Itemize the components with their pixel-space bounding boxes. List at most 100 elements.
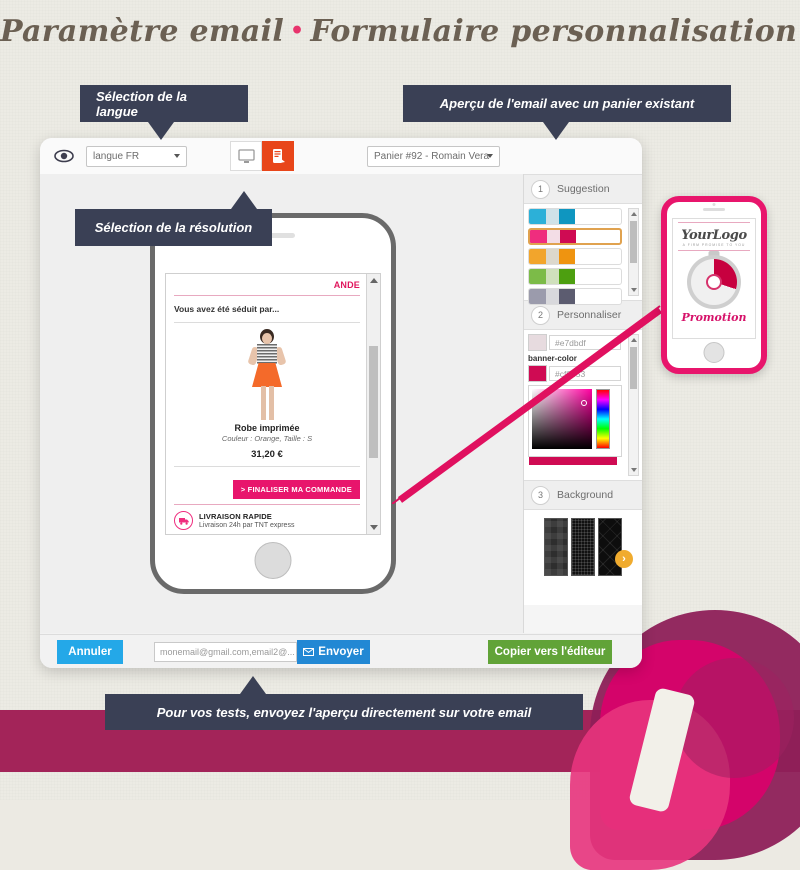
- scrollbar-thumb[interactable]: [630, 347, 637, 389]
- callout-email-test: Pour vos tests, envoyez l'aperçu directe…: [105, 676, 583, 730]
- suggestion-body: [524, 204, 642, 305]
- color-field-banner[interactable]: #cf0b53: [528, 365, 642, 382]
- phone-home-button: [703, 342, 725, 363]
- background-thumb[interactable]: [598, 518, 622, 576]
- phone-speaker: [703, 208, 725, 211]
- color-swatch[interactable]: [528, 334, 547, 351]
- divider: [174, 504, 360, 505]
- section-number: 3: [531, 485, 550, 505]
- send-button-label: Envoyer: [318, 646, 364, 658]
- blue-palette[interactable]: [528, 208, 622, 225]
- palette-swatch: [547, 230, 560, 243]
- chevron-down-icon: [487, 154, 493, 158]
- callout-resolution: Sélection de la résolution: [75, 191, 272, 246]
- background-thumb[interactable]: [544, 518, 568, 576]
- section-header-background[interactable]: 3 Background: [524, 480, 642, 510]
- palette-swatch: [529, 249, 546, 264]
- email-intro-text: Vous avez été séduit par...: [174, 304, 280, 314]
- envelope-icon: [303, 648, 315, 656]
- personnaliser-scrollbar[interactable]: [628, 334, 639, 476]
- divider: [174, 295, 360, 296]
- callout-tail: [543, 122, 569, 140]
- hue-slider[interactable]: [596, 389, 610, 449]
- background-thumb[interactable]: [571, 518, 595, 576]
- email-preview-screen[interactable]: ANDE Vous avez été séduit par... Robe im…: [165, 273, 381, 535]
- phone-camera: [712, 203, 716, 206]
- language-select[interactable]: langue FR: [86, 145, 187, 167]
- cta-wrapper: > FINALISER MA COMMANDE: [166, 473, 368, 501]
- palette-swatch: [559, 209, 575, 224]
- promotion-label: Promotion: [681, 311, 747, 324]
- title-separator-dot: •: [290, 18, 305, 44]
- truck-icon: [174, 511, 193, 530]
- section-number: 1: [531, 179, 550, 199]
- cart-select-value: Panier #92 - Romain Vera: [374, 150, 490, 162]
- palette-swatch: [529, 209, 546, 224]
- test-email-input[interactable]: monemail@gmail.com,email2@...: [154, 642, 297, 662]
- divider: [174, 466, 360, 467]
- scroll-down-icon[interactable]: [370, 525, 378, 530]
- page-title-part2: Formulaire personnalisation rapide: [310, 14, 800, 49]
- perk-title: LIVRAISON RAPIDE: [199, 512, 272, 521]
- scroll-up-icon[interactable]: [631, 212, 637, 216]
- scroll-down-icon[interactable]: [631, 288, 637, 292]
- send-button[interactable]: Envoyer: [297, 640, 370, 664]
- stopwatch-icon: [687, 251, 741, 309]
- finalize-order-button[interactable]: > FINALISER MA COMMANDE: [232, 480, 360, 499]
- brand-logo: YourLogo: [681, 228, 747, 243]
- chevron-right-icon[interactable]: ›: [615, 550, 633, 568]
- section-number: 2: [531, 305, 550, 325]
- color-hex-input[interactable]: #e7dbdf: [549, 335, 621, 350]
- banner-color-label: banner-color: [528, 354, 577, 363]
- brand-tagline: A FIRM PROMISE TO YOU: [682, 243, 746, 247]
- palette-swatch: [529, 289, 546, 304]
- product-attributes: Couleur : Orange, Taille : S: [221, 434, 313, 443]
- list-item: LIVRAISON RAPIDE Livraison 24h par TNT e…: [166, 508, 368, 533]
- pink-palette[interactable]: [528, 228, 622, 245]
- picker-cursor[interactable]: [581, 400, 587, 406]
- scroll-up-icon[interactable]: [370, 278, 378, 283]
- copy-to-editor-button[interactable]: Copier vers l'éditeur: [488, 640, 612, 664]
- phone-mockup: ANDE Vous avez été séduit par... Robe im…: [150, 213, 396, 594]
- color-picker[interactable]: [528, 385, 622, 465]
- zoomed-email-screen: YourLogo A FIRM PROMISE TO YOU Promotion: [672, 218, 756, 339]
- chevron-down-icon: [174, 154, 180, 158]
- saturation-area[interactable]: [532, 389, 592, 449]
- cart-select[interactable]: Panier #92 - Romain Vera: [367, 145, 500, 167]
- scroll-up-icon[interactable]: [631, 338, 637, 342]
- desktop-monitor-icon: [237, 148, 255, 163]
- eye-icon[interactable]: [54, 149, 74, 163]
- scroll-down-icon[interactable]: [631, 468, 637, 472]
- scrollbar-thumb[interactable]: [630, 221, 637, 263]
- callout-tail: [240, 676, 266, 694]
- scrollbar-thumb[interactable]: [369, 346, 378, 458]
- customization-panel: 1 Suggestion 2 Personnaliser #e7dbdf ban…: [524, 174, 642, 633]
- divider: [678, 222, 750, 223]
- callout-language: Sélection de la langue: [80, 85, 248, 140]
- color-field-background[interactable]: #e7dbdf: [528, 334, 642, 351]
- palette-swatch: [529, 269, 546, 284]
- action-bar: Annuler monemail@gmail.com,email2@... En…: [40, 634, 642, 668]
- palette-swatch: [546, 249, 559, 264]
- email-scrollbar[interactable]: [366, 274, 380, 534]
- suggestion-scrollbar[interactable]: [628, 208, 639, 296]
- section-label: Suggestion: [557, 183, 610, 195]
- mobile-view-button[interactable]: [262, 141, 294, 171]
- divider: [174, 322, 360, 323]
- email-header-text: ANDE: [333, 280, 360, 290]
- palette-swatch: [559, 289, 575, 304]
- palette-swatch: [560, 230, 576, 243]
- desktop-view-button[interactable]: [230, 141, 262, 171]
- decorative-petal-overlay: [674, 658, 794, 778]
- green-palette[interactable]: [528, 268, 622, 285]
- callout-tail: [148, 122, 174, 140]
- color-swatch[interactable]: [528, 365, 547, 382]
- picker-result-bar: [529, 457, 617, 465]
- section-header-suggestion[interactable]: 1 Suggestion: [524, 174, 642, 204]
- phone-home-button: [254, 542, 292, 579]
- resolution-toggle-group: [230, 141, 294, 171]
- color-hex-input[interactable]: #cf0b53: [549, 366, 621, 381]
- gray-palette[interactable]: [528, 288, 622, 305]
- cancel-button[interactable]: Annuler: [57, 640, 123, 664]
- orange-palette[interactable]: [528, 248, 622, 265]
